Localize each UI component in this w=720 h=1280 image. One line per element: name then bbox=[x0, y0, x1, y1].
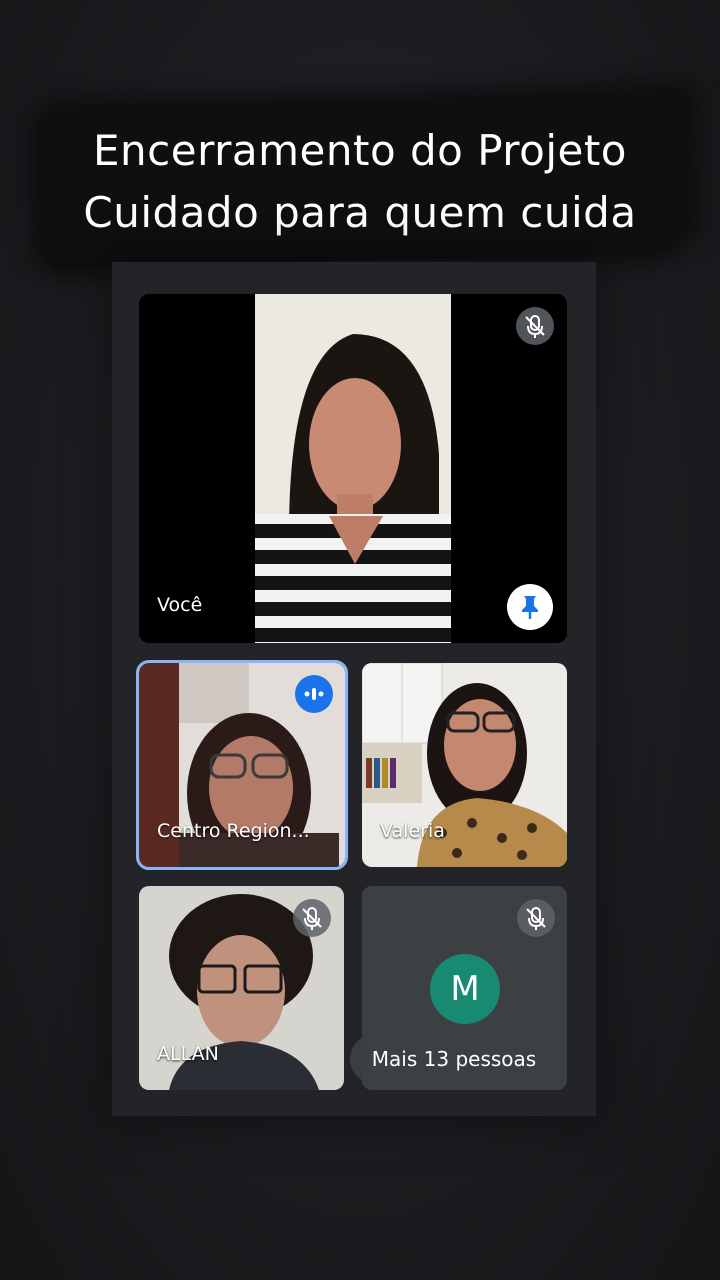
self-video bbox=[139, 294, 567, 643]
more-participants-button[interactable]: Mais 13 pessoas bbox=[350, 1034, 558, 1084]
title-line-2: Cuidado para quem cuida bbox=[83, 188, 637, 237]
title-line-1: Encerramento do Projeto bbox=[92, 126, 628, 175]
mic-off-icon[interactable] bbox=[516, 307, 554, 345]
page-title: Encerramento do Projeto Cuidado para que… bbox=[0, 120, 720, 244]
participant-name-valeria: Valeria bbox=[380, 820, 445, 842]
screen: Encerramento do Projeto Cuidado para que… bbox=[0, 0, 720, 1280]
participant-tile-valeria[interactable]: Valeria bbox=[362, 663, 567, 867]
mic-off-icon[interactable] bbox=[517, 899, 555, 937]
avatar: M bbox=[430, 954, 500, 1024]
participant-tile-centro-regional[interactable]: Centro Region... bbox=[136, 660, 348, 870]
participant-tile-self[interactable]: Você bbox=[139, 294, 567, 643]
mic-off-icon[interactable] bbox=[293, 899, 331, 937]
participant-name-centro-regional: Centro Region... bbox=[157, 820, 310, 842]
participant-name-allan: ALLAN bbox=[157, 1043, 219, 1065]
speaking-icon bbox=[295, 675, 333, 713]
pin-icon[interactable] bbox=[507, 584, 553, 630]
participant-tile-allan[interactable]: ALLAN bbox=[139, 886, 344, 1090]
participant-name-self: Você bbox=[157, 594, 203, 616]
